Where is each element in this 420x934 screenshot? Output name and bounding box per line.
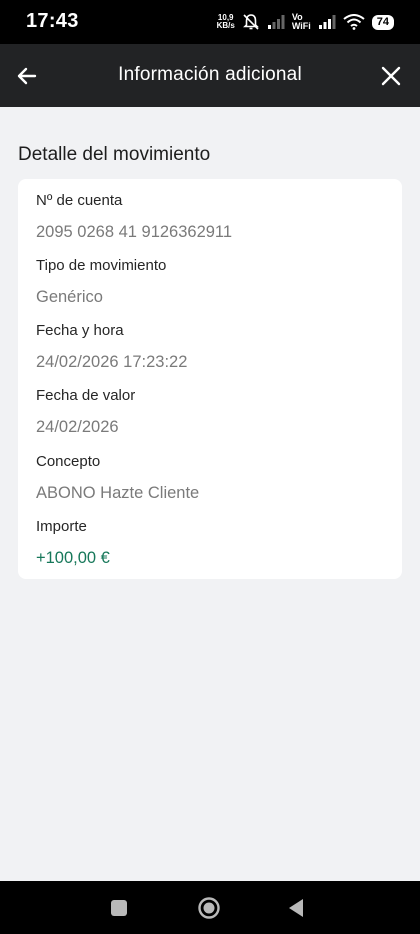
status-icons: 10,9 KB/s Vo WiFi 74 [217,12,394,32]
detail-label: Tipo de movimiento [36,257,167,274]
detail-value: 24/02/2026 [36,418,119,436]
vowifi-label: Vo WiFi [292,13,311,31]
detail-amount: Importe +100,00 € [36,518,110,568]
detail-label: Concepto [36,453,101,470]
close-icon [381,66,401,86]
back-button[interactable] [14,63,40,89]
circle-icon [198,897,220,919]
detail-date-time: Fecha y hora 24/02/2026 17:23:22 [36,322,187,372]
status-bar: 17:43 10,9 KB/s Vo WiFi 74 [0,0,420,44]
bell-muted-icon [242,14,259,30]
detail-label: Importe [36,518,87,535]
details-card: Nº de cuenta 2095 0268 41 9126362911 Tip… [18,179,402,579]
amount-value: +100,00 € [36,549,110,567]
network-speed: 10,9 KB/s [217,14,235,30]
detail-concept: Concepto ABONO Hazte Cliente [36,453,199,503]
signal-icon [318,15,336,29]
detail-label: Nº de cuenta [36,192,123,209]
recents-button[interactable] [110,899,128,922]
detail-account-number: Nº de cuenta 2095 0268 41 9126362911 [36,192,232,242]
nav-back-button[interactable] [287,898,305,923]
detail-value: 2095 0268 41 9126362911 [36,223,233,241]
system-nav-bar [0,881,420,934]
detail-label: Fecha de valor [36,387,136,404]
wifi-icon [343,14,365,30]
detail-value-date: Fecha de valor 24/02/2026 [36,387,135,437]
detail-movement-type: Tipo de movimiento Genérico [36,257,166,307]
close-button[interactable] [380,65,402,87]
arrow-left-icon [17,67,37,85]
detail-value: Genérico [36,288,103,306]
wifi-label: WiFi [291,21,311,31]
detail-value: 24/02/2026 17:23:22 [36,353,188,371]
battery-indicator: 74 [371,14,394,30]
triangle-back-icon [289,899,303,917]
page-title: Información adicional [118,64,302,85]
app-header: Información adicional [0,44,420,107]
section-title: Detalle del movimiento [18,144,211,165]
signal-weak-icon [267,15,285,29]
home-button[interactable] [197,896,221,925]
network-speed-unit: KB/s [216,21,235,30]
square-icon [111,900,127,916]
status-time: 17:43 [26,10,79,32]
detail-label: Fecha y hora [36,322,124,339]
detail-value: ABONO Hazte Cliente [36,484,200,502]
